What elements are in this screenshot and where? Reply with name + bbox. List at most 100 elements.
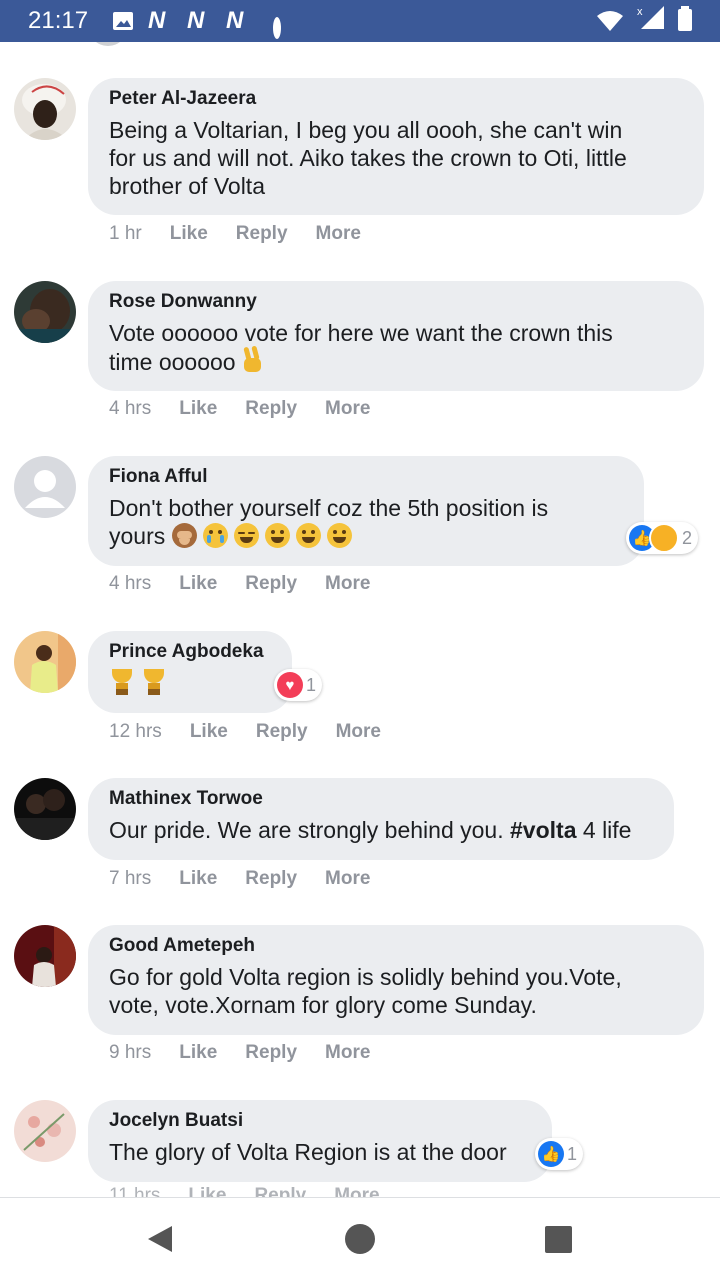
- avatar[interactable]: [14, 631, 76, 693]
- comment-bubble[interactable]: Mathinex Torwoe Our pride. We are strong…: [88, 778, 674, 860]
- like-icon: 👍: [538, 1141, 564, 1167]
- commenter-name[interactable]: Jocelyn Buatsi: [109, 1110, 532, 1132]
- commenter-name[interactable]: Good Ametepeh: [109, 935, 684, 957]
- avatar[interactable]: [14, 925, 76, 987]
- reaction-summary[interactable]: 👍 1: [535, 1138, 584, 1170]
- comment-bubble[interactable]: Jocelyn Buatsi The glory of Volta Region…: [88, 1100, 552, 1182]
- reply-button[interactable]: Reply: [245, 1042, 297, 1064]
- comment-time[interactable]: 9 hrs: [109, 1042, 151, 1064]
- trophy-icon: [141, 669, 167, 697]
- haha-icon: [649, 523, 679, 553]
- commenter-name[interactable]: Peter Al-Jazeera: [109, 88, 684, 110]
- comment-text: Our pride. We are strongly behind you. #…: [109, 816, 654, 844]
- comment-text: Vote oooooo vote for here we want the cr…: [109, 319, 684, 376]
- n-logo-icon: N: [226, 7, 244, 34]
- more-button[interactable]: More: [316, 223, 361, 245]
- system-nav-bar: [0, 1197, 720, 1281]
- comment-actions: 7 hrs Like Reply More: [109, 868, 370, 890]
- more-button[interactable]: More: [325, 868, 370, 890]
- comment-actions: 4 hrs Like Reply More: [109, 573, 370, 595]
- comment-actions: 12 hrs Like Reply More: [109, 721, 381, 743]
- like-button[interactable]: Like: [179, 573, 217, 595]
- reply-button[interactable]: Reply: [236, 223, 288, 245]
- comment-actions: 4 hrs Like Reply More: [109, 398, 370, 420]
- recents-icon[interactable]: [545, 1226, 572, 1258]
- joy-icon: [264, 523, 290, 548]
- comment-bubble[interactable]: Rose Donwanny Vote oooooo vote for here …: [88, 281, 704, 391]
- back-icon[interactable]: [146, 1224, 174, 1259]
- see-no-evil-monkey-icon: [171, 523, 197, 548]
- comment-line: for us and will not. Aiko takes the crow…: [109, 145, 627, 171]
- comment-line: Vote oooooo vote for here we want the cr…: [109, 320, 613, 346]
- status-bar: 21:17 N N N x: [0, 0, 720, 42]
- like-button[interactable]: Like: [188, 1185, 226, 1197]
- image-icon: [112, 10, 134, 32]
- commenter-name[interactable]: Mathinex Torwoe: [109, 788, 654, 810]
- comment-line: vote, vote.Xornam for glory come Sunday.: [109, 992, 537, 1018]
- comment-line: brother of Volta: [109, 173, 265, 199]
- comment-line: yours: [109, 523, 166, 549]
- reply-button[interactable]: Reply: [245, 398, 297, 420]
- reply-button[interactable]: Reply: [245, 573, 297, 595]
- dot-icon: [273, 17, 281, 39]
- reply-button[interactable]: Reply: [256, 721, 308, 743]
- more-button[interactable]: More: [325, 398, 370, 420]
- like-button[interactable]: Like: [179, 1042, 217, 1064]
- commenter-name[interactable]: Rose Donwanny: [109, 291, 684, 313]
- comment-actions: 11 hrs Like Reply More: [109, 1185, 380, 1197]
- reaction-summary[interactable]: 👍 2: [626, 522, 699, 554]
- signal-icon: x: [636, 6, 666, 29]
- n-logo-icon: N: [148, 7, 166, 34]
- reaction-summary[interactable]: ♥ 1: [274, 669, 323, 701]
- comment-text: The glory of Volta Region is at the door: [109, 1139, 507, 1165]
- avatar[interactable]: [14, 281, 76, 343]
- victory-hand-icon: [242, 347, 264, 373]
- status-time: 21:17: [28, 7, 89, 34]
- more-button[interactable]: More: [325, 573, 370, 595]
- tired-face-icon: [233, 523, 259, 548]
- like-button[interactable]: Like: [179, 868, 217, 890]
- avatar[interactable]: [14, 1100, 76, 1162]
- reaction-count: 1: [567, 1143, 578, 1164]
- more-button[interactable]: More: [325, 1042, 370, 1064]
- like-button[interactable]: Like: [170, 223, 208, 245]
- comment-time[interactable]: 4 hrs: [109, 398, 151, 420]
- hashtag-link[interactable]: #volta: [510, 817, 576, 843]
- svg-text:x: x: [637, 6, 643, 18]
- comment-time[interactable]: 12 hrs: [109, 721, 162, 743]
- trophy-icon: [109, 669, 135, 697]
- commenter-name[interactable]: Prince Agbodeka: [109, 641, 272, 663]
- wifi-icon: [596, 10, 624, 32]
- more-button[interactable]: More: [336, 721, 381, 743]
- love-icon: ♥: [277, 672, 303, 698]
- comment-line: Don't bother yourself coz the 5th positi…: [109, 495, 549, 521]
- comment-time[interactable]: 4 hrs: [109, 573, 151, 595]
- like-button[interactable]: Like: [190, 721, 228, 743]
- n-logo-icon: N: [187, 7, 205, 34]
- comment-line: Our pride. We are strongly behind you.: [109, 817, 504, 843]
- reply-button[interactable]: Reply: [245, 868, 297, 890]
- avatar[interactable]: [14, 78, 76, 140]
- comment-text: Being a Voltarian, I beg you all oooh, s…: [109, 116, 684, 200]
- comment-bubble[interactable]: Peter Al-Jazeera Being a Voltarian, I be…: [88, 78, 704, 215]
- commenter-name[interactable]: Fiona Afful: [109, 466, 624, 488]
- comment-bubble[interactable]: Prince Agbodeka: [88, 631, 292, 713]
- comment-time[interactable]: 1 hr: [109, 223, 142, 245]
- home-icon[interactable]: [344, 1223, 376, 1260]
- comment-text: [109, 669, 272, 699]
- reply-button[interactable]: Reply: [254, 1185, 306, 1197]
- like-button[interactable]: Like: [179, 398, 217, 420]
- reaction-count: 2: [682, 527, 693, 548]
- more-button[interactable]: More: [334, 1185, 379, 1197]
- avatar[interactable]: [14, 778, 76, 840]
- comment-time[interactable]: 7 hrs: [109, 868, 151, 890]
- comment-bubble[interactable]: Good Ametepeh Go for gold Volta region i…: [88, 925, 704, 1035]
- comment-line: Being a Voltarian, I beg you all oooh, s…: [109, 117, 623, 143]
- avatar[interactable]: [14, 456, 76, 518]
- comment-text: Go for gold Volta region is solidly behi…: [109, 963, 684, 1019]
- comment-line: Go for gold Volta region is solidly behi…: [109, 964, 622, 990]
- comment-time[interactable]: 11 hrs: [109, 1185, 160, 1197]
- comment-bubble[interactable]: Fiona Afful Don't bother yourself coz th…: [88, 456, 644, 566]
- comments-list[interactable]: Peter Al-Jazeera Being a Voltarian, I be…: [0, 42, 720, 1197]
- joy-icon: [295, 523, 321, 548]
